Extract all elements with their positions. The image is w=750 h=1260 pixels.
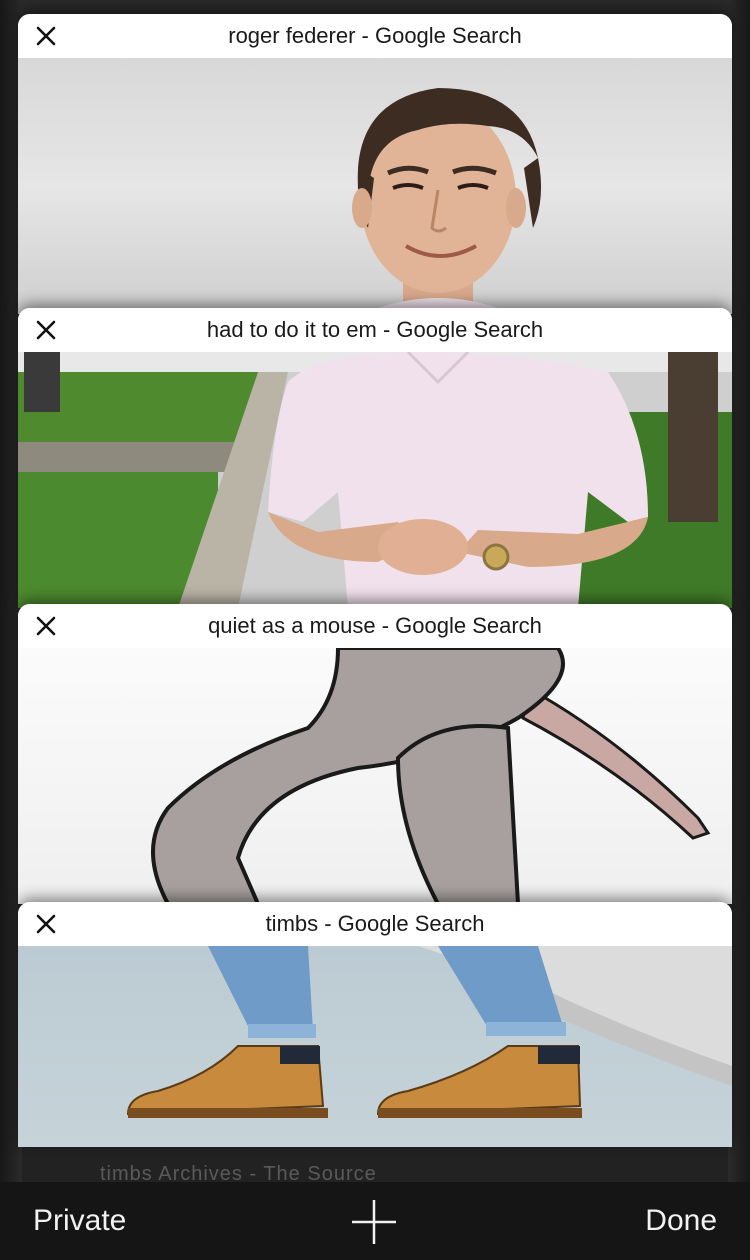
tab-title: quiet as a mouse - Google Search [208,613,542,638]
tab-card-had-to-do-it[interactable]: had to do it to em - Google Search [18,308,732,608]
done-button[interactable]: Done [645,1204,717,1238]
tab-card-roger-federer[interactable]: roger federer - Google Search [18,14,732,314]
private-button[interactable]: Private [33,1204,126,1238]
tab-title: had to do it to em - Google Search [206,317,544,342]
tab-card-timbs[interactable]: timbs - Google Search [18,902,732,1147]
close-icon[interactable] [30,314,62,346]
tab-preview-image [18,946,732,1147]
tab-preview-image [18,350,732,608]
tab-card-header: roger federer - Google Search [18,14,732,58]
bottom-toolbar: Private Done [0,1182,750,1260]
close-icon[interactable] [30,610,62,642]
plus-icon[interactable] [350,1198,398,1246]
close-icon[interactable] [30,908,62,940]
tab-title: roger federer - Google Search [228,23,522,48]
tab-card-quiet-as-a-mouse[interactable]: quiet as a mouse - Google Search [18,604,732,904]
tab-preview-image [18,58,732,314]
tab-card-header: timbs - Google Search [18,902,732,946]
close-icon[interactable] [30,20,62,52]
tab-preview-image [18,646,732,904]
tab-card-header: quiet as a mouse - Google Search [18,604,732,648]
tab-title: timbs - Google Search [265,911,485,936]
tab-switcher-screen: roger federer - Google Search had to do … [0,0,750,1260]
tab-card-header: had to do it to em - Google Search [18,308,732,352]
